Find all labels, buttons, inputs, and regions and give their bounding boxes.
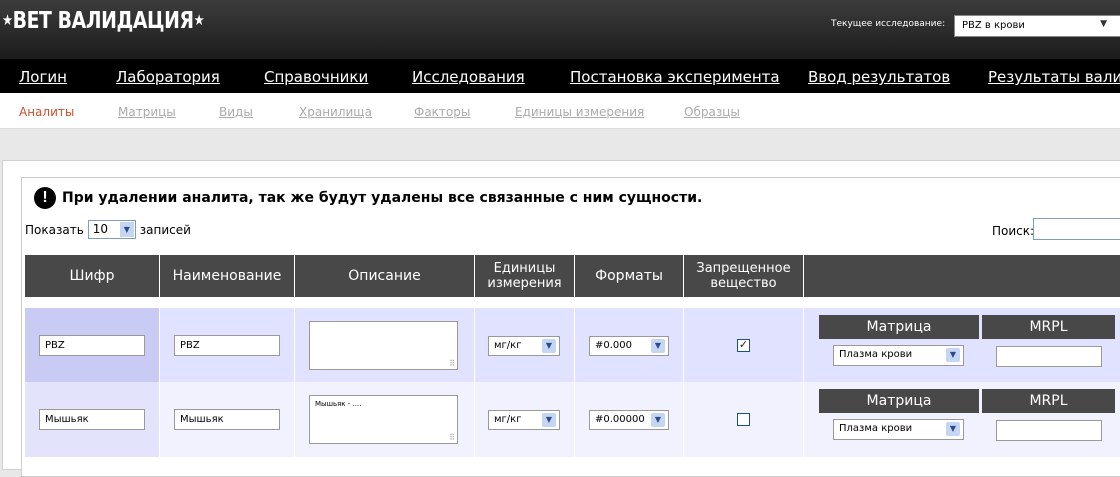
- format-value: #0.000: [595, 340, 633, 351]
- code-cell: Мышьяк: [25, 382, 160, 457]
- column-header-description[interactable]: Описание: [295, 255, 475, 297]
- app-logo[interactable]: ★ВЕТ ВАЛИДАЦИЯ★: [2, 8, 205, 34]
- unit-select[interactable]: мг/кг ▼: [488, 336, 560, 356]
- banned-cell: ✓: [684, 308, 804, 383]
- current-study-label: Текущее исследование:: [831, 19, 946, 29]
- records-label: записей: [139, 222, 191, 237]
- resize-grip-icon[interactable]: ⠿: [449, 433, 455, 442]
- code-input[interactable]: Мышьяк: [39, 409, 145, 430]
- matrix-cell: Матрица MRPL Плазма крови ▼: [804, 308, 1120, 383]
- nav-enter-results[interactable]: Ввод результатов: [808, 68, 950, 86]
- resize-grip-icon[interactable]: ⠿: [449, 359, 455, 368]
- code-cell: PBZ: [25, 308, 160, 383]
- chevron-down-icon: ▼: [119, 222, 134, 237]
- table-row: PBZ PBZ ⠿ мг/кг ▼ #0.000 ▼ ✓ Матрица MRPL …: [25, 308, 1120, 383]
- column-header-banned[interactable]: Запрещенное вещество: [684, 255, 804, 297]
- mrpl-input[interactable]: [996, 420, 1102, 441]
- nav-login[interactable]: Логин: [19, 68, 67, 86]
- main-nav: Логин Лаборатория Справочники Исследован…: [0, 59, 1120, 93]
- unit-value: мг/кг: [494, 340, 522, 351]
- format-select[interactable]: #0.000 ▼: [589, 336, 669, 356]
- name-input[interactable]: PBZ: [174, 335, 280, 356]
- chevron-down-icon: ▼: [651, 413, 665, 427]
- column-header-formats[interactable]: Форматы: [575, 255, 684, 297]
- subnav-storages[interactable]: Хранилища: [299, 105, 372, 119]
- search-label: Поиск:: [992, 224, 1035, 238]
- matrix-select[interactable]: Плазма крови ▼: [833, 345, 964, 366]
- column-header-extra: [804, 255, 1120, 297]
- matrix-value: Плазма крови: [839, 349, 913, 360]
- description-textarea[interactable]: Мышьяк - .... ⠿: [309, 395, 458, 444]
- star-icon: ★: [2, 11, 13, 29]
- table-row: Мышьяк Мышьяк Мышьяк - .... ⠿ мг/кг ▼ #0.0…: [25, 382, 1120, 457]
- sub-nav: Аналиты Матрицы Виды Хранилища Факторы Е…: [0, 93, 1120, 129]
- current-study-value: PBZ в крови: [962, 20, 1025, 31]
- star-icon: ★: [193, 11, 205, 29]
- chevron-down-icon: ▼: [946, 348, 960, 362]
- logo-text: ВЕТ ВАЛИДАЦИЯ: [12, 8, 194, 34]
- description-text: Мышьяк - ....: [315, 400, 362, 408]
- matrix-select[interactable]: Плазма крови ▼: [833, 419, 964, 440]
- mrpl-input[interactable]: [996, 346, 1102, 367]
- nav-studies[interactable]: Исследования: [412, 68, 525, 86]
- unit-cell: мг/кг ▼: [475, 308, 575, 383]
- column-header-name[interactable]: Наименование: [160, 255, 295, 297]
- mrpl-header: MRPL: [982, 315, 1115, 339]
- description-cell: ⠿: [295, 308, 475, 383]
- unit-value: мг/кг: [494, 414, 522, 425]
- warning-message: ! При удалении аналита, так же будут уда…: [34, 187, 702, 209]
- unit-cell: мг/кг ▼: [475, 382, 575, 457]
- warning-text: При удалении аналита, так же будут удале…: [62, 190, 703, 206]
- matrix-header: Матрица: [819, 389, 979, 413]
- subnav-samples[interactable]: Образцы: [684, 105, 740, 119]
- subnav-matrices[interactable]: Матрицы: [118, 105, 176, 119]
- matrix-value: Плазма крови: [839, 423, 913, 434]
- matrix-cell: Матрица MRPL Плазма крови ▼: [804, 382, 1120, 457]
- subnav-species[interactable]: Виды: [219, 105, 253, 119]
- nav-experiment-setup[interactable]: Постановка эксперимента: [570, 68, 780, 86]
- code-input[interactable]: PBZ: [39, 335, 145, 356]
- unit-select[interactable]: мг/кг ▼: [488, 410, 560, 430]
- page-length-value: 10: [92, 222, 109, 236]
- format-select[interactable]: #0.00000 ▼: [589, 410, 669, 430]
- column-header-units[interactable]: Единицы измерения: [475, 255, 575, 297]
- format-value: #0.00000: [595, 414, 645, 425]
- show-label: Показать: [25, 222, 84, 237]
- name-cell: Мышьяк: [160, 382, 295, 457]
- banned-checkbox[interactable]: [737, 413, 750, 426]
- description-cell: Мышьяк - .... ⠿: [295, 382, 475, 457]
- banned-cell: [684, 382, 804, 457]
- chevron-down-icon: ▼: [1100, 19, 1107, 29]
- content-area: ! При удалении аналита, так же будут уда…: [2, 160, 1120, 477]
- subnav-factors[interactable]: Факторы: [414, 105, 470, 119]
- matrix-header: Матрица: [819, 315, 979, 339]
- format-cell: #0.00000 ▼: [575, 382, 684, 457]
- analytes-panel: ! При удалении аналита, так же будут уда…: [21, 177, 1120, 477]
- nav-directories[interactable]: Справочники: [264, 68, 368, 86]
- chevron-down-icon: ▼: [542, 339, 556, 353]
- format-cell: #0.000 ▼: [575, 308, 684, 383]
- name-input[interactable]: Мышьяк: [174, 409, 280, 430]
- search-input[interactable]: [1033, 218, 1120, 240]
- description-textarea[interactable]: ⠿: [309, 321, 458, 370]
- chevron-down-icon: ▼: [946, 422, 960, 436]
- name-cell: PBZ: [160, 308, 295, 383]
- nav-laboratory[interactable]: Лаборатория: [116, 68, 220, 86]
- exclamation-icon: !: [34, 187, 56, 209]
- subnav-analytes[interactable]: Аналиты: [19, 105, 74, 119]
- page-length-select[interactable]: 10 ▼: [87, 220, 136, 239]
- page-length-control: Показать 10 ▼ записей: [25, 220, 191, 239]
- subnav-units[interactable]: Единицы измерения: [515, 105, 644, 119]
- nav-validation-results[interactable]: Результаты валида: [988, 68, 1120, 86]
- header: ★ВЕТ ВАЛИДАЦИЯ★ Текущее исследование: PB…: [0, 0, 1120, 59]
- banned-checkbox[interactable]: ✓: [737, 339, 750, 352]
- chevron-down-icon: ▼: [651, 339, 665, 353]
- chevron-down-icon: ▼: [542, 413, 556, 427]
- current-study-select[interactable]: PBZ в крови ▼: [954, 15, 1120, 37]
- mrpl-header: MRPL: [982, 389, 1115, 413]
- column-header-code[interactable]: Шифр: [25, 255, 160, 297]
- table-header: Шифр Наименование Описание Единицы измер…: [25, 255, 1120, 297]
